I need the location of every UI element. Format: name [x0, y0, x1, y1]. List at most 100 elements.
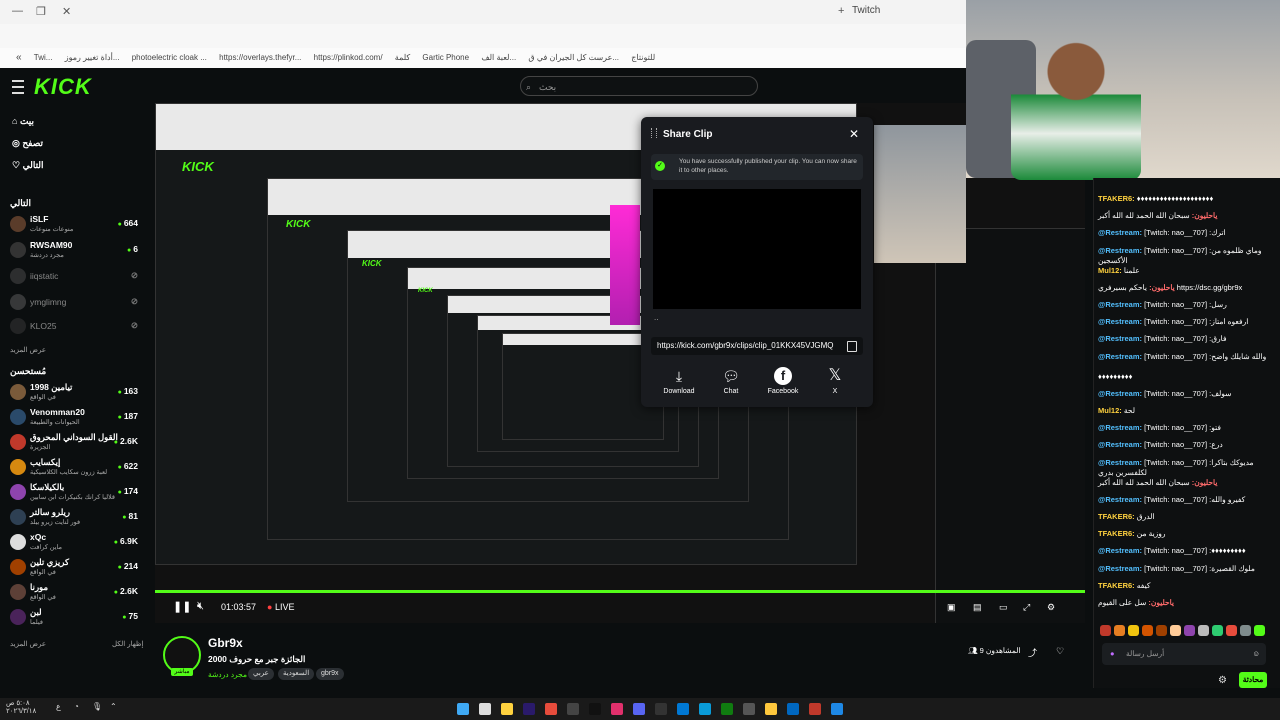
emote-icon[interactable]	[1254, 625, 1265, 636]
taskbar-clock[interactable]: ٥:٠٨ ص ٢٠٢٦/٣/١٨	[6, 700, 36, 716]
chat-username[interactable]: Mul12:	[1098, 266, 1124, 275]
chat-username[interactable]: Mul12:	[1098, 406, 1124, 415]
edge-icon[interactable]	[699, 703, 711, 715]
bookmark-item[interactable]: للتونتاج	[631, 48, 655, 68]
bookmark-item[interactable]: https://overlays.thefyr...	[219, 48, 301, 68]
search-icon[interactable]	[479, 703, 491, 715]
chat-username[interactable]: ياحليون:	[1190, 211, 1218, 220]
emoji-icon[interactable]: ☺	[1252, 643, 1260, 665]
nav-home[interactable]: ⌂ بيت	[12, 116, 34, 127]
bookmark-item[interactable]: عرست كل الجيران في ق...	[528, 48, 619, 68]
chat-send-button[interactable]: محادثة	[1239, 672, 1267, 688]
photos-icon[interactable]	[831, 703, 843, 715]
mic-icon[interactable]: ●	[1110, 643, 1115, 665]
stream-category[interactable]: مجرد دردشة	[208, 670, 247, 679]
chat-username[interactable]: @Restream:	[1098, 228, 1144, 237]
show-more-link[interactable]: عرض المزيد	[10, 346, 46, 354]
discord-icon[interactable]	[633, 703, 645, 715]
calculator-icon[interactable]	[743, 703, 755, 715]
streamer-name[interactable]: Gbr9x	[208, 636, 243, 650]
hamburger-menu-icon[interactable]	[12, 80, 24, 94]
facebook-share-button[interactable]: f Facebook	[760, 367, 806, 401]
pip-icon[interactable]: ▭	[999, 602, 1008, 613]
emote-icon[interactable]	[1100, 625, 1111, 636]
emote-icon[interactable]	[1128, 625, 1139, 636]
stream-tag[interactable]: عربي	[248, 668, 274, 680]
chat-username[interactable]: @Restream:	[1098, 334, 1144, 343]
chat-username[interactable]: @Restream:	[1098, 564, 1144, 573]
share-icon[interactable]: ⤴	[1028, 646, 1037, 659]
chat-username[interactable]: @Restream:	[1098, 546, 1144, 555]
bookmark-item[interactable]: Gartic Phone	[422, 48, 469, 68]
emote-bar[interactable]	[1100, 624, 1270, 638]
chat-username[interactable]: @Restream:	[1098, 352, 1144, 361]
chat-username[interactable]: @Restream:	[1098, 458, 1144, 467]
streamer-avatar[interactable]: مباشر	[163, 636, 201, 676]
kick-logo[interactable]: KICK	[34, 74, 92, 100]
channel-item[interactable]: إيكسايب لعبة زرون سكايب الكلاسيكية 622	[10, 457, 138, 479]
windows-icon[interactable]	[457, 703, 469, 715]
bookmarks-chevron-icon[interactable]: «	[16, 48, 22, 68]
files-icon[interactable]	[501, 703, 513, 715]
close-window-icon[interactable]: ✕	[62, 5, 71, 18]
emote-icon[interactable]	[1114, 625, 1125, 636]
chat-input[interactable]: ● أرسل رسالة ☺	[1102, 643, 1266, 665]
emote-icon[interactable]	[1212, 625, 1223, 636]
emote-icon[interactable]	[1198, 625, 1209, 636]
emote-icon[interactable]	[1226, 625, 1237, 636]
premiere-icon[interactable]	[523, 703, 535, 715]
xbox-icon[interactable]	[721, 703, 733, 715]
tray-up-icon[interactable]: ⌃	[110, 702, 117, 711]
new-tab-icon[interactable]: +	[838, 5, 844, 17]
theater-icon[interactable]: ▤	[973, 602, 982, 613]
bookmark-item[interactable]: لعبة الف...	[481, 48, 516, 68]
mic-icon[interactable]: 🎙︎	[92, 702, 102, 711]
channel-item[interactable]: مورنا في الواقع 2.6K	[10, 582, 138, 604]
show-all-link[interactable]: إظهار الكل	[112, 640, 143, 648]
bookmark-item[interactable]: https://plinkod.com/	[314, 48, 383, 68]
grid-icon[interactable]	[677, 703, 689, 715]
clip-url-field[interactable]: https://kick.com/gbr9x/clips/clip_01KKX4…	[651, 337, 863, 355]
obs-icon[interactable]	[567, 703, 579, 715]
channel-item[interactable]: Venomman20 الحيوانات والطبيعة 187	[10, 407, 138, 429]
stream-tag[interactable]: السعودية	[278, 668, 315, 680]
media-icon[interactable]	[809, 703, 821, 715]
channel-item[interactable]: لبن فيلما 75	[10, 607, 138, 629]
channel-item[interactable]: كريزي تلين في الواقع 214	[10, 557, 138, 579]
pause-icon[interactable]: ❚❚	[173, 600, 191, 613]
channel-item[interactable]: xQc ماين كرافت 6.9K	[10, 532, 138, 554]
folder-icon[interactable]	[765, 703, 777, 715]
instagram-icon[interactable]	[611, 703, 623, 715]
chat-username[interactable]: @Restream:	[1098, 423, 1144, 432]
chat-username[interactable]: ياحليون:	[1190, 478, 1218, 487]
chat-username[interactable]: ياحليون:	[1147, 283, 1175, 292]
search-input[interactable]: ⌕ بحث	[520, 76, 758, 96]
bookmark-item[interactable]: كلمة	[395, 48, 410, 68]
channel-item[interactable]: iiqstatic ⊘	[10, 266, 138, 288]
mute-icon[interactable]: 🔇︎	[197, 600, 204, 613]
x-share-button[interactable]: 𝕏 X	[812, 367, 858, 401]
settings-icon[interactable]: ⚙	[1047, 602, 1055, 613]
channel-item[interactable]: تيامين 1998 في الواقع 163	[10, 382, 138, 404]
drag-handle-icon[interactable]	[651, 128, 657, 138]
channel-item[interactable]: ريلرو سالتر فور لنايت زيرو بيلد 81	[10, 507, 138, 529]
emote-icon[interactable]	[1184, 625, 1195, 636]
bookmark-item[interactable]: أداة تغيير رموز...	[65, 48, 120, 68]
show-more-link[interactable]: عرض المزيد	[10, 640, 46, 648]
chat-username[interactable]: TFAKER6:	[1098, 529, 1137, 538]
emote-icon[interactable]	[1170, 625, 1181, 636]
copy-icon[interactable]	[847, 341, 857, 352]
chat-username[interactable]: @Restream:	[1098, 495, 1144, 504]
tiktok-icon[interactable]	[589, 703, 601, 715]
minimize-icon[interactable]: —	[12, 5, 23, 17]
channel-item[interactable]: القول السوداني المحروق الجزيرة 2.6K	[10, 432, 138, 454]
wifi-icon[interactable]: ◔	[74, 702, 79, 711]
follow-icon[interactable]: ♡	[1056, 646, 1064, 657]
emote-icon[interactable]	[1142, 625, 1153, 636]
stream-tag[interactable]: gbr9x	[316, 668, 344, 680]
chat-username[interactable]: @Restream:	[1098, 440, 1144, 449]
chat-username[interactable]: @Restream:	[1098, 317, 1144, 326]
nav-following[interactable]: ♡ التالي	[12, 160, 44, 171]
channel-item[interactable]: RWSAM90 مجرد دردشة 6	[10, 240, 138, 262]
chat-username[interactable]: @Restream:	[1098, 389, 1144, 398]
